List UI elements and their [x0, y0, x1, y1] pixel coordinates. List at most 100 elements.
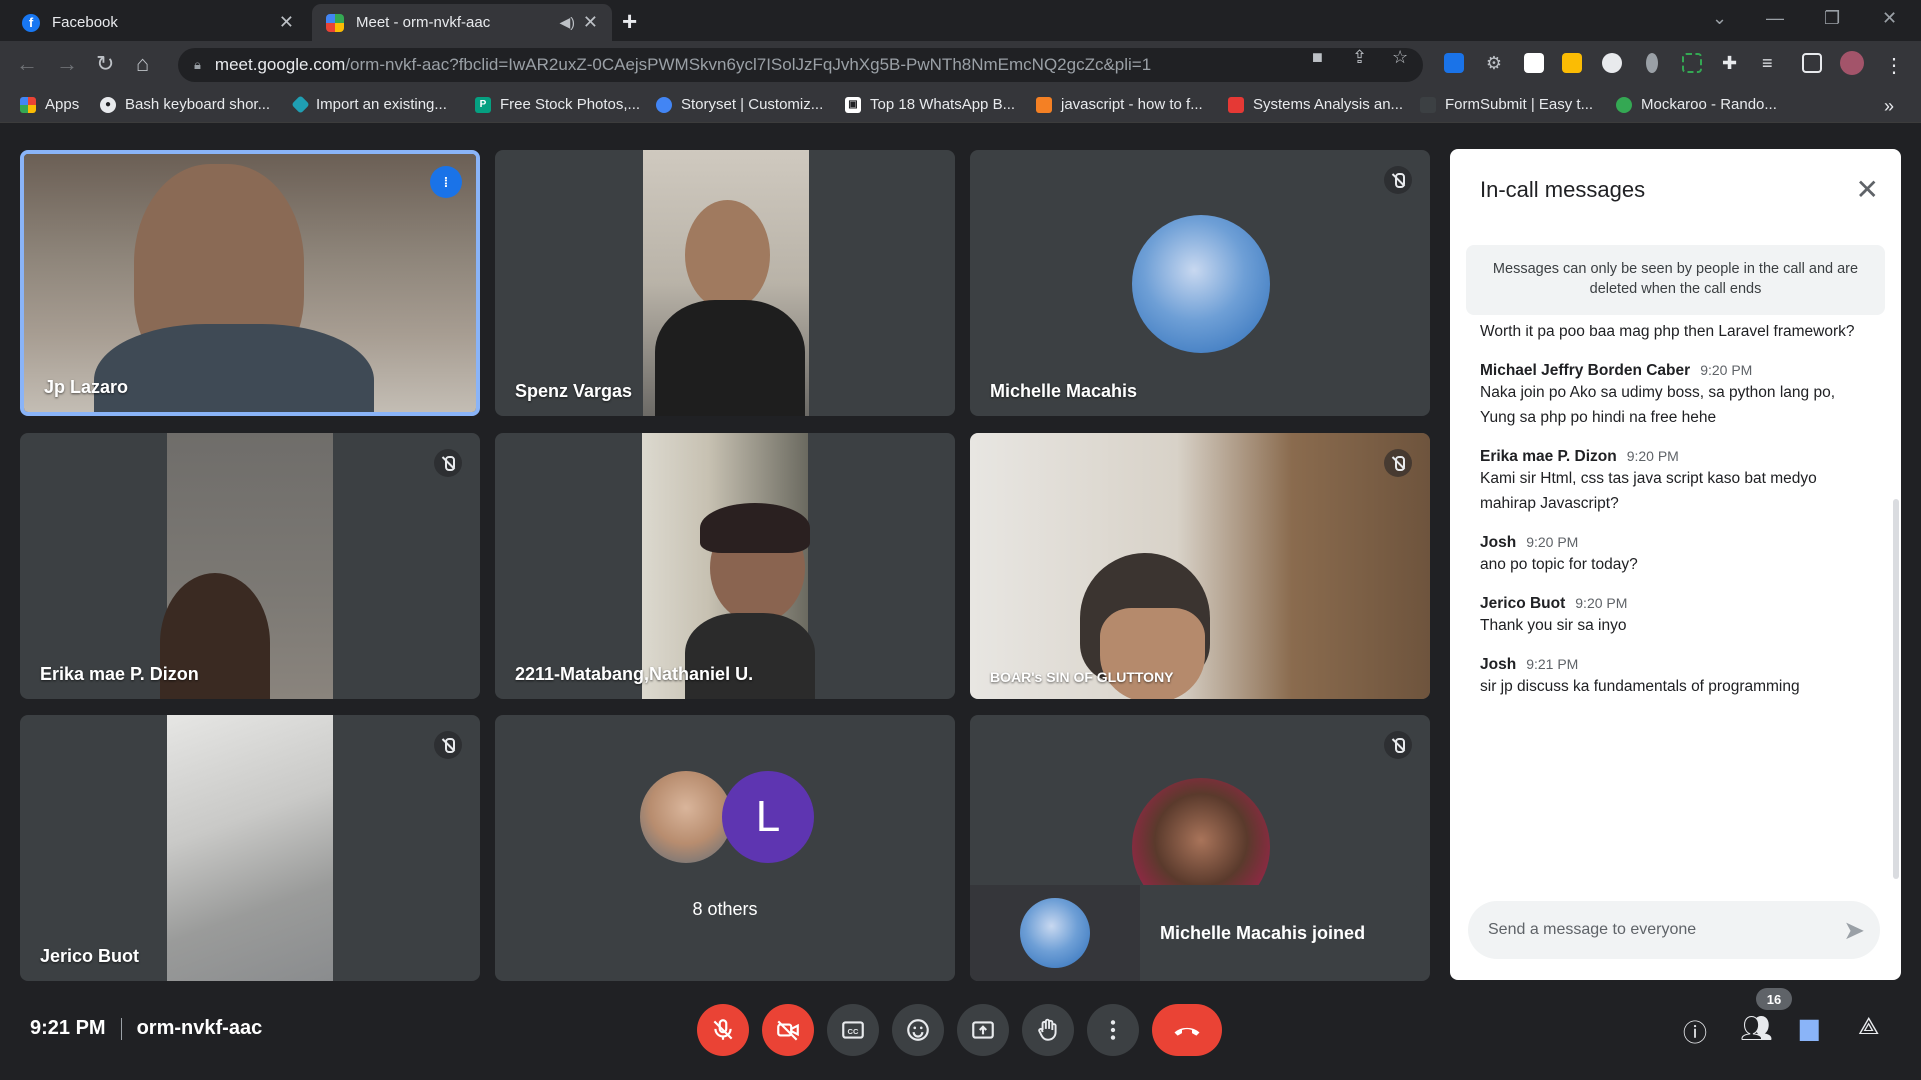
mic-toggle-button[interactable]	[697, 1004, 749, 1056]
participant-hair	[700, 503, 810, 553]
participant-name: 2211-Matabang,Nathaniel U.	[515, 664, 754, 684]
media-queue-icon[interactable]: ≡	[1762, 53, 1782, 73]
participant-tile[interactable]: Michelle Macahis	[970, 150, 1430, 416]
message-list[interactable]: Worth it pa poo baa mag php then Laravel…	[1480, 325, 1870, 875]
muted-mic-icon	[1384, 731, 1412, 759]
participant-tile[interactable]: Jerico Buot	[20, 715, 480, 981]
chat-icon[interactable]: ▆	[1800, 1013, 1818, 1042]
tab-title: Meet - orm-nvkf-aac	[356, 14, 491, 31]
message-text: ano po topic for today?	[1480, 556, 1638, 573]
close-icon[interactable]: ✕	[1856, 173, 1879, 206]
close-tab-icon[interactable]: ✕	[583, 12, 598, 33]
profile-avatar[interactable]	[1840, 51, 1864, 75]
message-text: Kami sir Html, css tas java script kaso …	[1480, 470, 1817, 512]
tab-strip: f Facebook ✕ Meet - orm-nvkf-aac ◀) ✕ + …	[0, 0, 1921, 41]
bookmark-item[interactable]: Systems Analysis an...	[1228, 96, 1403, 113]
url-path: /orm-nvkf-aac?fbclid=IwAR2uxZ-0CAejsPWMS…	[345, 55, 1152, 74]
video-feed	[167, 715, 333, 981]
forward-icon[interactable]: →	[56, 51, 78, 77]
join-toast: Michelle Macahis joined	[970, 885, 1420, 981]
participant-tile[interactable]: BOAR's SIN OF GLUTTONY	[970, 433, 1430, 699]
audio-playing-icon[interactable]: ◀)	[559, 14, 574, 31]
camera-in-use-icon[interactable]: ■	[1312, 47, 1323, 68]
extension-icon[interactable]	[1524, 53, 1544, 73]
captions-button[interactable]: CC	[827, 1004, 879, 1056]
tab-search-icon[interactable]: ⌄	[1712, 8, 1727, 29]
extension-icon[interactable]	[1646, 53, 1658, 73]
activities-icon[interactable]: ⟁	[1858, 1013, 1879, 1041]
extension-icon[interactable]	[1602, 53, 1622, 73]
close-window-icon[interactable]: ✕	[1882, 8, 1897, 29]
bookmark-item[interactable]: Import an existing...	[291, 95, 447, 114]
bookmark-item[interactable]: javascript - how to f...	[1036, 96, 1203, 113]
raise-hand-button[interactable]	[1022, 1004, 1074, 1056]
participant-body	[685, 613, 815, 699]
others-count-label: 8 others	[692, 899, 758, 919]
back-icon[interactable]: ←	[16, 51, 38, 77]
participant-name: Michelle Macahis	[990, 381, 1138, 401]
minimize-icon[interactable]: —	[1766, 8, 1784, 29]
reactions-button[interactable]	[892, 1004, 944, 1056]
bookmark-star-icon[interactable]: ☆	[1392, 47, 1408, 68]
meeting-info-icon[interactable]: ⓘ	[1683, 1013, 1707, 1048]
camera-toggle-button[interactable]	[762, 1004, 814, 1056]
others-tile[interactable]: L 8 others	[495, 715, 955, 981]
bookmark-apps[interactable]: Apps	[20, 96, 79, 113]
muted-mic-icon	[434, 731, 462, 759]
participant-body	[94, 324, 374, 412]
message-text: Worth it pa poo baa mag php then Laravel…	[1480, 325, 1855, 340]
participant-tile[interactable]: Erika mae P. Dizon	[20, 433, 480, 699]
maximize-icon[interactable]: ❐	[1824, 8, 1840, 29]
message-text: Naka join po Ako sa udimy boss, sa pytho…	[1480, 384, 1835, 426]
letter-avatar: L	[722, 771, 814, 863]
close-tab-icon[interactable]: ✕	[279, 12, 294, 33]
hand-icon	[1038, 1018, 1057, 1041]
bookmarks-overflow[interactable]: »	[1884, 96, 1894, 117]
people-icon[interactable]: 👥︎	[1740, 1013, 1773, 1044]
participant-face	[1100, 608, 1205, 699]
lock-icon[interactable]: 🔒︎	[194, 57, 201, 73]
extensions-puzzle-icon[interactable]: ✚	[1722, 53, 1742, 73]
send-icon[interactable]: ➤	[1843, 915, 1865, 946]
extension-icon[interactable]	[1682, 53, 1702, 73]
share-icon[interactable]: ⇪	[1352, 47, 1367, 68]
participant-tile[interactable]: 2211-Matabang,Nathaniel U.	[495, 433, 955, 699]
bookmark-item[interactable]: Storyset | Customiz...	[656, 96, 823, 113]
svg-text:CC: CC	[848, 1027, 859, 1036]
emoji-icon	[907, 1019, 929, 1041]
extension-icon[interactable]	[1562, 53, 1582, 73]
message-input[interactable]	[1468, 901, 1880, 959]
participant-name: Jp Lazaro	[44, 377, 129, 397]
address-bar[interactable]: 🔒︎ meet.google.com/orm-nvkf-aac?fbclid=I…	[178, 48, 1423, 82]
bookmark-item[interactable]: ● Bash keyboard shor...	[100, 96, 270, 113]
settings-extension-icon[interactable]: ⚙	[1484, 53, 1504, 73]
extension-icon[interactable]	[1444, 53, 1464, 73]
hang-up-icon	[1174, 1027, 1200, 1036]
stackoverflow-icon	[1036, 96, 1052, 113]
participant-body	[655, 300, 805, 416]
chat-scrollbar[interactable]	[1893, 499, 1899, 879]
reload-icon[interactable]: ↻	[96, 51, 114, 77]
menu-icon[interactable]: ⋮	[1884, 53, 1904, 77]
more-options-button[interactable]	[1087, 1004, 1139, 1056]
toast-avatar-area	[970, 885, 1140, 981]
participant-tile[interactable]: Michelle Macahis joined	[970, 715, 1430, 981]
panel-title: In-call messages	[1480, 177, 1646, 202]
participant-face	[685, 200, 770, 310]
side-panel-icon[interactable]	[1802, 53, 1822, 73]
home-icon[interactable]: ⌂	[136, 51, 149, 77]
participant-tile[interactable]: ⁞ Jp Lazaro	[20, 150, 480, 416]
bookmark-item[interactable]: P Free Stock Photos,...	[475, 96, 640, 113]
participant-tile[interactable]: Spenz Vargas	[495, 150, 955, 416]
bookmark-item[interactable]: FormSubmit | Easy t...	[1420, 96, 1593, 113]
tab-google-meet[interactable]: Meet - orm-nvkf-aac ◀) ✕	[312, 4, 612, 41]
new-tab-button[interactable]: +	[622, 6, 637, 37]
google-meet-icon	[326, 13, 344, 32]
bookmark-item[interactable]: ▣ Top 18 WhatsApp B...	[845, 96, 1015, 113]
present-button[interactable]	[957, 1004, 1009, 1056]
leave-call-button[interactable]	[1152, 1004, 1222, 1056]
tab-facebook[interactable]: f Facebook ✕	[8, 4, 308, 41]
message-sender: Josh 9:21 PM	[1480, 656, 1579, 673]
bookmark-item[interactable]: Mockaroo - Rando...	[1616, 96, 1777, 113]
muted-mic-icon	[1384, 166, 1412, 194]
